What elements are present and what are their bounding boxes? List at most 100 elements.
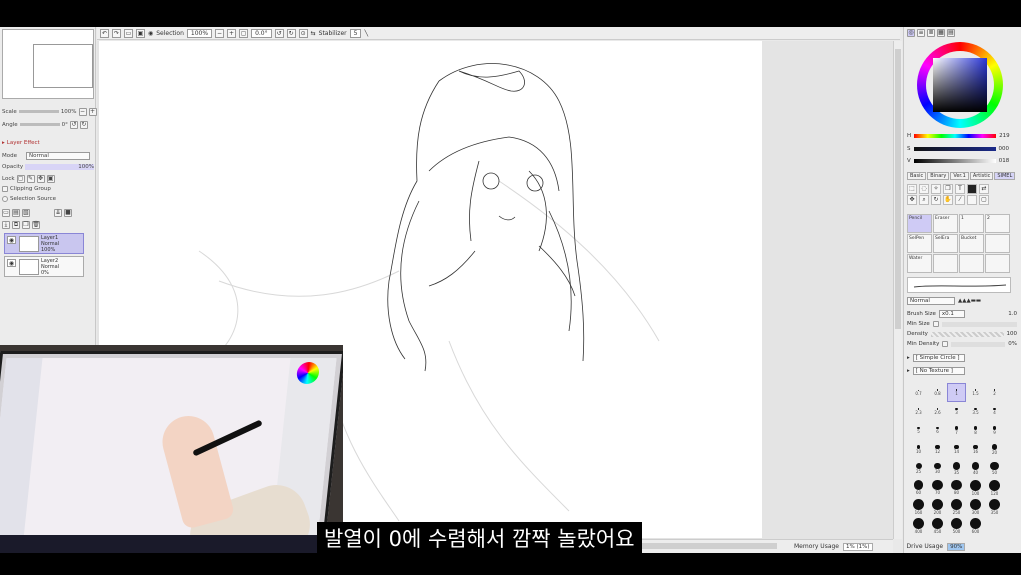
swap-colors-icon[interactable]: ⇄ [979,184,989,194]
navigator-preview[interactable] [2,29,94,99]
brush-size-preset[interactable]: 0.8 [928,383,947,402]
brush-slot-2[interactable]: 2 [985,214,1010,233]
brush-size-preset[interactable]: 6 [928,421,947,440]
saturation-value-square[interactable] [933,58,987,112]
brush-size-preset[interactable]: 250 [947,497,966,516]
rotate-tool-icon[interactable]: ↻ [931,195,941,205]
rotate-ccw-button[interactable]: ↺ [274,28,284,38]
brush-size-preset[interactable]: 2.3 [909,402,928,421]
brush-slot-1[interactable]: 1 [959,214,984,233]
pencil-brush[interactable]: Pencil [907,214,932,233]
angle-select[interactable]: 0.0° [251,28,272,38]
brush-size-preset[interactable]: 2.6 [928,402,947,421]
vertical-scrollbar[interactable] [893,41,902,539]
hand-tool-icon[interactable]: ✋ [943,195,953,205]
value-slider[interactable] [913,158,996,163]
zoom-out-icon[interactable]: − [78,107,87,116]
flip-horizontal-icon[interactable]: ⇆ [311,30,316,37]
brush-size-preset[interactable]: 400 [909,516,928,535]
brush-texture-select[interactable]: [ No Texture ] [912,367,965,375]
brush-size-preset[interactable]: 200 [928,497,947,516]
hsv-slider-tab-icon[interactable]: ≣ [927,29,935,37]
bucket-brush[interactable]: Bucket [959,234,984,253]
transparent-color-icon[interactable]: ▢ [979,195,989,205]
zoom-in-icon[interactable]: + [88,107,97,116]
brush-size-preset[interactable]: 8 [966,421,985,440]
duplicate-icon[interactable]: ⧉ [12,220,20,229]
min-density-slider[interactable] [951,341,1006,347]
zoom-out-button[interactable]: − [215,28,225,38]
brush-size-preset[interactable]: 40 [966,459,985,478]
brush-size-preset[interactable]: 16 [966,440,985,459]
rgb-slider-tab-icon[interactable]: ≡ [917,29,925,37]
brush-shape-select[interactable]: [ Simple Circle ] [912,354,965,362]
scratchpad-tab-icon[interactable]: ▤ [947,29,955,37]
brush-size-preset[interactable]: 20 [985,440,1004,459]
rotate-reset-button[interactable]: ⊙ [298,28,308,38]
new-layer-icon[interactable]: ▭ [2,208,10,217]
brush-size-multiplier[interactable]: x0.1 [938,310,965,318]
brush-size-preset[interactable]: 600 [966,516,985,535]
layer-row[interactable]: ◉ Layer2 Normal 0% [4,256,84,277]
transfer-down-icon[interactable]: ⇊ [54,208,62,217]
eyedropper-icon[interactable]: ⁄ [955,195,965,205]
brush-blend-select[interactable]: Normal [907,297,955,305]
brush-size-preset[interactable]: 500 [947,516,966,535]
brush-size-preset[interactable]: 350 [985,497,1004,516]
merge-down-icon[interactable]: ⤓ [2,220,10,229]
invert-selection-icon[interactable]: ▣ [136,28,145,38]
lock-move-icon[interactable]: ✎ [26,174,35,183]
primary-color-swatch[interactable] [967,184,977,194]
tab-basic[interactable]: Basic [907,172,927,180]
brush-size-preset[interactable]: 1 [947,383,966,402]
density-slider[interactable] [930,331,1004,337]
clear-layer-icon[interactable]: ■ [64,208,72,217]
deselect-icon[interactable]: ▭ [124,28,133,38]
delete-layer-icon[interactable]: 🗑 [32,220,40,229]
brush-size-preset[interactable]: 1.5 [966,383,985,402]
brush-size-preset[interactable]: 50 [985,459,1004,478]
zoom-in-button[interactable]: + [227,28,237,38]
move-tool-icon[interactable]: ✥ [907,195,917,205]
brush-size-preset[interactable]: 80 [947,478,966,497]
rotate-left-icon[interactable]: ↺ [69,120,78,129]
brush-size-preset[interactable]: 60 [909,478,928,497]
brush-size-preset[interactable]: 2 [985,383,1004,402]
selera-brush[interactable]: SelEra [933,234,958,253]
zoom-tool-icon[interactable]: ⌕ [919,195,929,205]
stabilizer-select[interactable]: 5 [349,28,362,38]
brush-size-preset[interactable]: 100 [966,478,985,497]
brush-size-value[interactable]: 1.0 [1008,311,1017,317]
tab-simel[interactable]: SIMEL [994,172,1016,180]
blend-mode-select[interactable]: Normal [26,151,90,160]
brush-size-preset[interactable]: 25 [909,459,928,478]
min-size-slider[interactable] [941,321,1017,327]
selection-eye-icon[interactable]: ◉ [148,30,153,37]
selection-source-radio[interactable] [2,195,8,202]
water-brush[interactable]: Water [907,254,932,273]
scale-slider[interactable] [18,110,59,113]
visibility-eye-icon[interactable]: ◉ [7,236,16,244]
brush-size-preset[interactable]: 450 [928,516,947,535]
new-folder-icon[interactable]: ▤ [12,208,20,217]
selection-tool-icon[interactable]: ⬚ [907,184,917,194]
tip-shape-icons[interactable]: ▲▲▲▬▬ [958,298,981,304]
lock-all-icon[interactable]: ▢ [16,174,25,183]
layer-effect-header[interactable]: ▸ Layer Effect [2,138,40,147]
copy-icon[interactable]: ❐ [22,220,30,229]
brush-slot-empty[interactable] [985,254,1010,273]
lock-paint-icon[interactable]: ✥ [36,174,45,183]
brush-size-preset[interactable]: 35 [947,459,966,478]
tab-binary[interactable]: Binary [927,172,950,180]
vertical-scroll-thumb[interactable] [895,49,901,329]
layer-row[interactable]: ◉ Layer1 Normal 100% [4,233,84,254]
brush-slot-empty[interactable] [933,254,958,273]
swatches-tab-icon[interactable]: ▦ [937,29,945,37]
clipping-row[interactable]: Clipping Group [2,184,51,193]
brush-slot-empty[interactable] [985,234,1010,253]
redo-icon[interactable]: ↷ [112,28,121,38]
lasso-tool-icon[interactable]: ◌ [919,184,929,194]
hue-slider[interactable] [914,133,997,138]
min-density-checkbox[interactable] [942,341,949,347]
brush-size-preset[interactable]: 160 [909,497,928,516]
